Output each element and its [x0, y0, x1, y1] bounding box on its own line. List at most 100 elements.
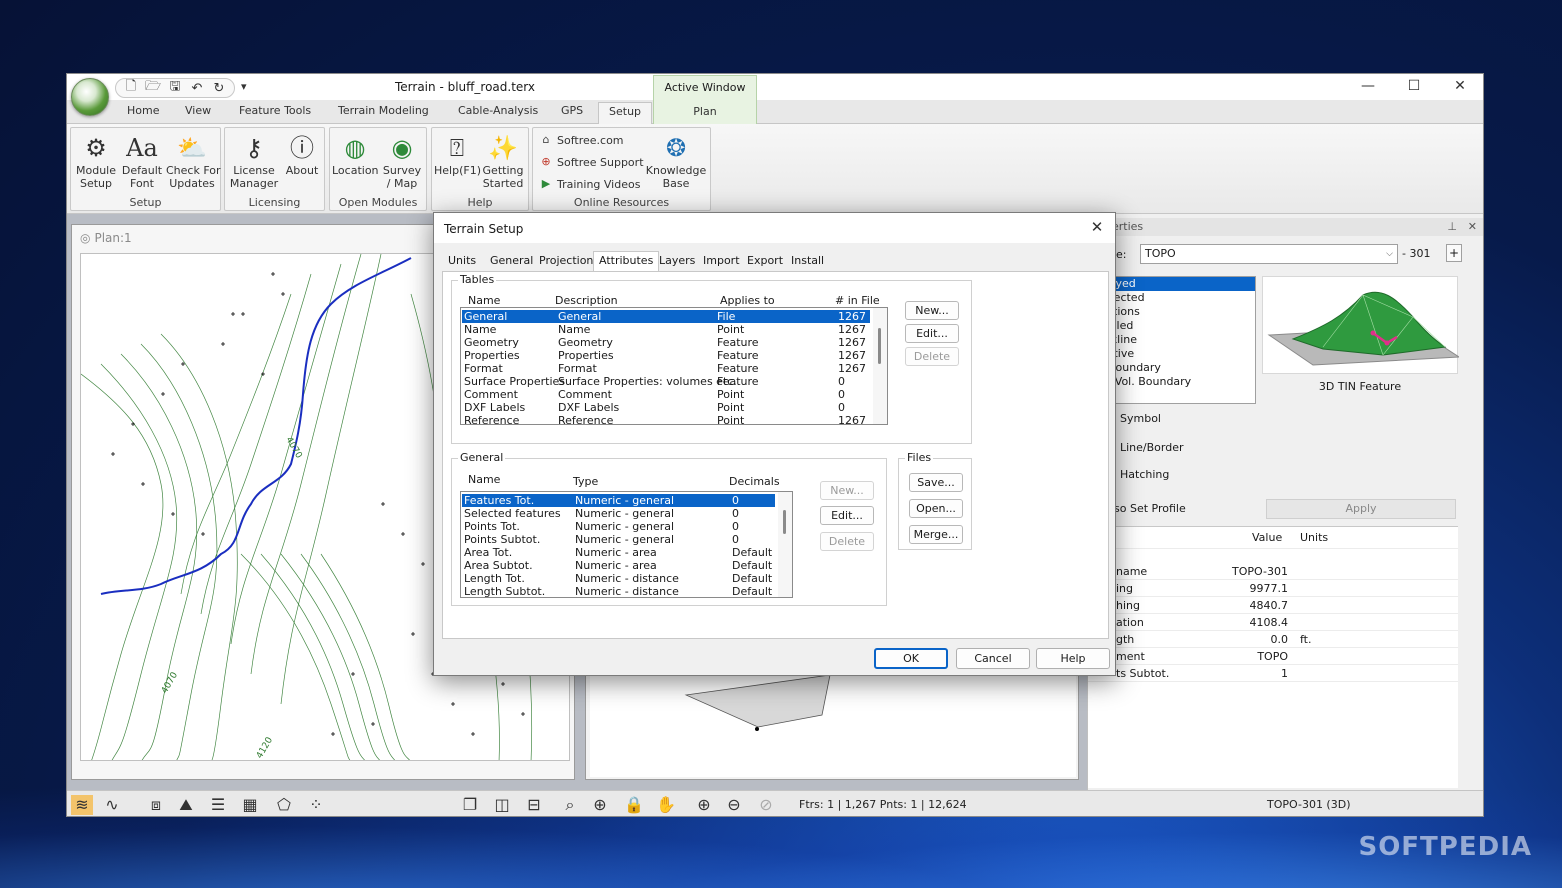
table-row[interactable]: Name Name Point 1267 — [462, 323, 870, 336]
table-row[interactable]: gth 0.0 ft. — [1088, 631, 1458, 648]
list-item[interactable]: Area Subtot. Numeric - area Default — [462, 559, 775, 572]
tab-home[interactable]: Home — [127, 104, 159, 117]
grid-table-icon[interactable]: ▦ — [239, 795, 261, 815]
close-panel-icon[interactable]: ✕ — [1468, 218, 1477, 236]
tab-cable-analysis[interactable]: Cable-Analysis — [458, 104, 538, 117]
module-setup-button[interactable]: ⚙ Module Setup — [73, 132, 119, 190]
qat-customize-icon[interactable]: ▾ — [241, 80, 247, 93]
new-file-icon[interactable]: 🗋 — [122, 77, 140, 99]
default-font-button[interactable]: Aa Default Font — [119, 132, 165, 190]
tab-attributes[interactable]: Attributes — [593, 251, 660, 272]
lock-icon[interactable]: 🔒 — [623, 795, 645, 815]
tab-export[interactable]: Export — [747, 254, 783, 267]
help-button[interactable]: Help — [1036, 648, 1110, 669]
check-updates-button[interactable]: ⛅ Check For Updates — [166, 132, 221, 190]
list-item[interactable]: Selected features Numeric - general 0 — [462, 507, 775, 520]
about-button[interactable]: ⓘ About — [279, 132, 325, 177]
tab-gps[interactable]: GPS — [561, 104, 583, 117]
softree-support-link[interactable]: ⊕ Softree Support — [539, 155, 643, 169]
list-item[interactable]: Length Subtot. Numeric - distance Default — [462, 585, 775, 597]
table-row[interactable]: ing 9977.1 — [1088, 580, 1458, 597]
polygon-select-icon[interactable]: ⬠ — [273, 795, 295, 815]
layers-list-icon[interactable]: ☰ — [207, 795, 229, 815]
general-new-button[interactable]: New... — [820, 481, 874, 500]
hatching-option[interactable]: Hatching — [1120, 468, 1169, 481]
tab-import[interactable]: Import — [703, 254, 740, 267]
tab-general[interactable]: General — [490, 254, 533, 267]
table-row[interactable]: DXF Labels DXF Labels Point 0 — [462, 401, 870, 414]
survey-map-button[interactable]: ◉ Survey / Map — [379, 132, 425, 190]
tab-plan[interactable]: Plan — [653, 100, 757, 124]
general-delete-button[interactable]: Delete — [820, 532, 874, 551]
list-item[interactable]: Area Tot. Numeric - area Default — [462, 546, 775, 559]
open-folder-icon[interactable]: 🗁 — [144, 77, 162, 99]
zoom-in-icon[interactable]: ⊕ — [693, 795, 715, 815]
table-row[interactable]: ment TOPO — [1088, 648, 1458, 665]
list-item[interactable]: Points Tot. Numeric - general 0 — [462, 520, 775, 533]
table-row[interactable]: Surface Properties Surface Properties: vo… — [462, 375, 870, 388]
zoom-out-icon[interactable]: ⊖ — [723, 795, 745, 815]
tile-horizontal-icon[interactable]: ⊟ — [523, 795, 545, 815]
files-merge-button[interactable]: Merge... — [909, 525, 963, 544]
tables-scrollbar[interactable] — [873, 308, 887, 424]
tab-terrain-modeling[interactable]: Terrain Modeling — [338, 104, 429, 117]
cancel-button[interactable]: Cancel — [956, 648, 1030, 669]
tab-layers[interactable]: Layers — [659, 254, 695, 267]
tables-edit-button[interactable]: Edit... — [905, 324, 959, 343]
apply-button[interactable]: Apply — [1266, 499, 1456, 519]
pin-icon[interactable]: ⊥ — [1447, 218, 1457, 236]
tile-vertical-icon[interactable]: ◫ — [491, 795, 513, 815]
tab-view[interactable]: View — [185, 104, 211, 117]
table-row[interactable]: ation 4108.4 — [1088, 614, 1458, 631]
files-open-button[interactable]: Open... — [909, 499, 963, 518]
table-row[interactable]: Properties Properties Feature 1267 — [462, 349, 870, 362]
license-manager-button[interactable]: ⚷ License Manager — [229, 132, 279, 190]
tab-install[interactable]: Install — [791, 254, 824, 267]
table-row[interactable]: Format Format Feature 1267 — [462, 362, 870, 375]
line-border-option[interactable]: Line/Border — [1120, 441, 1184, 454]
table-row[interactable]: ts Subtot. 1 — [1088, 665, 1458, 682]
list-item[interactable]: Points Subtot. Numeric - general 0 — [462, 533, 775, 546]
tab-feature-tools[interactable]: Feature Tools — [239, 104, 311, 117]
getting-started-button[interactable]: ✨ Getting Started — [480, 132, 526, 190]
table-row[interactable]: hing 4840.7 — [1088, 597, 1458, 614]
cascade-windows-icon[interactable]: ❐ — [459, 795, 481, 815]
symbol-option[interactable]: Symbol — [1120, 412, 1161, 425]
add-feature-button[interactable]: + — [1446, 244, 1462, 262]
training-videos-link[interactable]: ▶ Training Videos — [539, 177, 641, 191]
profile-line-icon[interactable]: ∿ — [101, 795, 123, 815]
location-button[interactable]: ◍ Location — [332, 132, 379, 177]
close-icon[interactable]: ✕ — [1437, 74, 1483, 100]
close-icon[interactable]: ✕ — [1087, 218, 1107, 236]
cube-icon[interactable]: ⧈ — [145, 795, 167, 815]
general-attributes-listbox[interactable]: Features Tot. Numeric - general 0 Selected… — [460, 491, 793, 598]
tables-new-button[interactable]: New... — [905, 301, 959, 320]
knowledge-base-button[interactable]: ❂ Knowledge Base — [645, 132, 707, 190]
ok-button[interactable]: OK — [874, 648, 948, 669]
feature-type-combo[interactable]: TOPO ⌵ — [1140, 244, 1398, 264]
table-row[interactable]: Geometry Geometry Feature 1267 — [462, 336, 870, 349]
table-row[interactable]: Comment Comment Point 0 — [462, 388, 870, 401]
terrain-3d-icon[interactable]: ⛰ — [175, 795, 197, 815]
zoom-icon[interactable]: ⌕ — [559, 795, 581, 815]
tables-delete-button[interactable]: Delete — [905, 347, 959, 366]
maximize-icon[interactable]: ☐ — [1391, 74, 1437, 100]
contour-tool-icon[interactable]: ≋ — [71, 795, 93, 815]
general-scrollbar[interactable] — [778, 492, 792, 597]
zoom-window-icon[interactable]: ⊕ — [589, 795, 611, 815]
table-row[interactable]: name TOPO-301 — [1088, 563, 1458, 580]
list-item[interactable]: Length Tot. Numeric - distance Default — [462, 572, 775, 585]
tab-projection[interactable]: Projection — [539, 254, 593, 267]
undo-icon[interactable]: ↶ — [188, 81, 206, 96]
list-item[interactable]: Features Tot. Numeric - general 0 — [462, 494, 775, 507]
app-menu-orb-icon[interactable] — [71, 78, 109, 116]
table-row[interactable]: Reference Reference Point 1267 — [462, 414, 870, 424]
set-profile-option[interactable]: so Set Profile — [1114, 502, 1186, 515]
tables-listbox[interactable]: General General File 1267 Name Name Point 1267… — [460, 307, 888, 425]
tab-units[interactable]: Units — [448, 254, 476, 267]
general-edit-button[interactable]: Edit... — [820, 506, 874, 525]
pan-hand-icon[interactable]: ✋ — [655, 795, 677, 815]
help-f1-button[interactable]: ⍰ Help(F1) — [434, 132, 481, 177]
redo-icon[interactable]: ↻ — [210, 81, 228, 96]
save-icon[interactable]: 🖫 — [166, 77, 184, 99]
